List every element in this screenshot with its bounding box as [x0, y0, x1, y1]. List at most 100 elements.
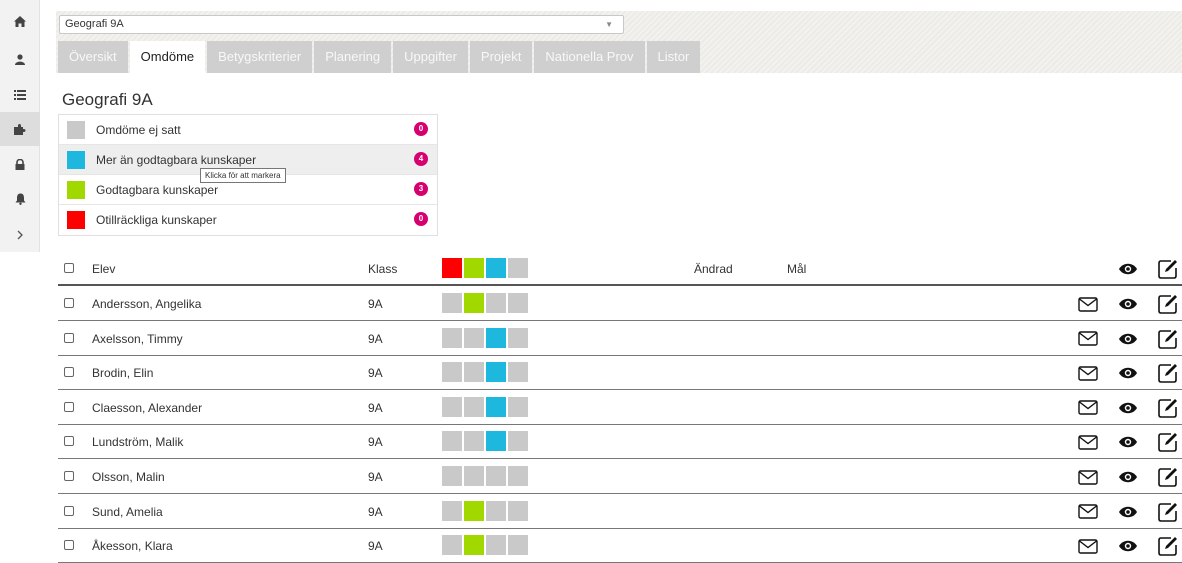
eye-icon[interactable]	[1117, 501, 1139, 523]
student-name: Axelsson, Timmy	[92, 331, 183, 346]
grade-square[interactable]	[464, 362, 484, 383]
bell-icon[interactable]	[0, 182, 40, 216]
grade-square[interactable]	[486, 327, 506, 348]
grade-square[interactable]	[442, 431, 462, 452]
count-badge: 4	[414, 152, 428, 166]
row-checkbox[interactable]	[64, 540, 74, 551]
tab-planering[interactable]: Planering	[314, 41, 392, 73]
grade-square[interactable]	[508, 293, 528, 313]
filter-insufficient[interactable]	[442, 258, 462, 278]
mail-icon[interactable]	[1077, 362, 1099, 384]
eye-icon[interactable]	[1117, 431, 1139, 453]
tab-projekt[interactable]: Projekt	[469, 41, 533, 73]
edit-icon[interactable]	[1157, 501, 1179, 523]
student-name: Brodin, Elin	[92, 366, 154, 381]
home-icon[interactable]	[0, 4, 40, 38]
grade-square[interactable]	[508, 466, 528, 486]
edit-icon[interactable]	[1157, 362, 1179, 384]
grade-square[interactable]	[486, 500, 506, 521]
eye-icon[interactable]	[1117, 258, 1139, 280]
legend-label: Omdöme ej satt	[96, 123, 181, 137]
grade-square[interactable]	[486, 396, 506, 417]
tab-nationella-prov[interactable]: Nationella Prov	[534, 41, 645, 73]
edit-icon[interactable]	[1157, 535, 1179, 557]
grade-square[interactable]	[486, 431, 506, 452]
header-class: Klass	[368, 262, 398, 276]
filter-acceptable[interactable]	[464, 258, 484, 278]
grade-square[interactable]	[442, 466, 462, 486]
tab-uppgifter[interactable]: Uppgifter	[393, 41, 468, 73]
mail-icon[interactable]	[1077, 397, 1099, 419]
grade-square[interactable]	[442, 500, 462, 521]
grade-square[interactable]	[508, 362, 528, 383]
legend-item-insufficient[interactable]: Otillräckliga kunskaper 0	[59, 205, 437, 235]
edit-icon[interactable]	[1157, 258, 1179, 280]
row-checkbox[interactable]	[64, 471, 74, 481]
grade-square[interactable]	[508, 327, 528, 348]
eye-icon[interactable]	[1117, 535, 1139, 557]
edit-icon[interactable]	[1157, 431, 1179, 453]
grade-square[interactable]	[464, 396, 484, 417]
row-checkbox[interactable]	[64, 298, 74, 308]
eye-icon[interactable]	[1117, 362, 1139, 384]
user-icon[interactable]	[0, 42, 40, 76]
mail-icon[interactable]	[1077, 328, 1099, 350]
mail-icon[interactable]	[1077, 501, 1099, 523]
grade-square[interactable]	[442, 327, 462, 348]
grade-square[interactable]	[464, 500, 484, 521]
edit-icon[interactable]	[1157, 328, 1179, 350]
table-row: Lundström, Malik 9A	[58, 425, 1182, 460]
lock-icon[interactable]	[0, 147, 40, 181]
grade-square[interactable]	[464, 293, 484, 313]
grade-square[interactable]	[486, 362, 506, 383]
grade-square[interactable]	[486, 293, 506, 313]
mail-icon[interactable]	[1077, 431, 1099, 453]
tab-oversikt[interactable]: Översikt	[58, 41, 128, 73]
edit-icon[interactable]	[1157, 293, 1179, 315]
grade-selector	[442, 535, 530, 556]
grade-square[interactable]	[464, 327, 484, 348]
grade-square[interactable]	[442, 293, 462, 313]
eye-icon[interactable]	[1117, 328, 1139, 350]
grade-square[interactable]	[508, 500, 528, 521]
grade-square[interactable]	[464, 466, 484, 486]
eye-icon[interactable]	[1117, 397, 1139, 419]
grade-square[interactable]	[442, 396, 462, 417]
eye-icon[interactable]	[1117, 293, 1139, 315]
tab-betygskriterier[interactable]: Betygskriterier	[207, 41, 313, 73]
grade-square[interactable]	[508, 535, 528, 556]
legend-label: Otillräckliga kunskaper	[96, 213, 217, 227]
grade-square[interactable]	[464, 431, 484, 452]
row-checkbox[interactable]	[64, 505, 74, 516]
puzzle-icon[interactable]	[0, 112, 40, 146]
course-select[interactable]: Geografi 9A ▼	[59, 15, 624, 34]
row-checkbox[interactable]	[64, 401, 74, 412]
grade-square[interactable]	[442, 362, 462, 383]
row-checkbox[interactable]	[64, 332, 74, 343]
row-checkbox[interactable]	[64, 367, 74, 378]
legend-swatch	[67, 181, 85, 199]
list-icon[interactable]	[0, 78, 40, 112]
select-all-checkbox[interactable]	[64, 263, 74, 273]
mail-icon[interactable]	[1077, 466, 1099, 488]
grade-square[interactable]	[508, 431, 528, 452]
grade-square[interactable]	[508, 396, 528, 417]
tab-omdome[interactable]: Omdöme	[129, 41, 206, 73]
mail-icon[interactable]	[1077, 293, 1099, 315]
filter-not-set[interactable]	[508, 258, 528, 278]
tab-listor[interactable]: Listor	[646, 41, 701, 73]
filter-above-acceptable[interactable]	[486, 258, 506, 278]
edit-icon[interactable]	[1157, 466, 1179, 488]
mail-icon[interactable]	[1077, 535, 1099, 557]
eye-icon[interactable]	[1117, 466, 1139, 488]
grade-square[interactable]	[442, 535, 462, 556]
chevron-right-icon[interactable]	[0, 218, 40, 252]
grade-square[interactable]	[486, 466, 506, 486]
legend-swatch	[67, 211, 85, 229]
edit-icon[interactable]	[1157, 397, 1179, 419]
grade-square[interactable]	[486, 535, 506, 556]
grade-square[interactable]	[464, 535, 484, 556]
row-checkbox[interactable]	[64, 436, 74, 447]
student-name: Sund, Amelia	[92, 504, 163, 519]
legend-item-not-set[interactable]: Omdöme ej satt 0	[59, 115, 437, 145]
